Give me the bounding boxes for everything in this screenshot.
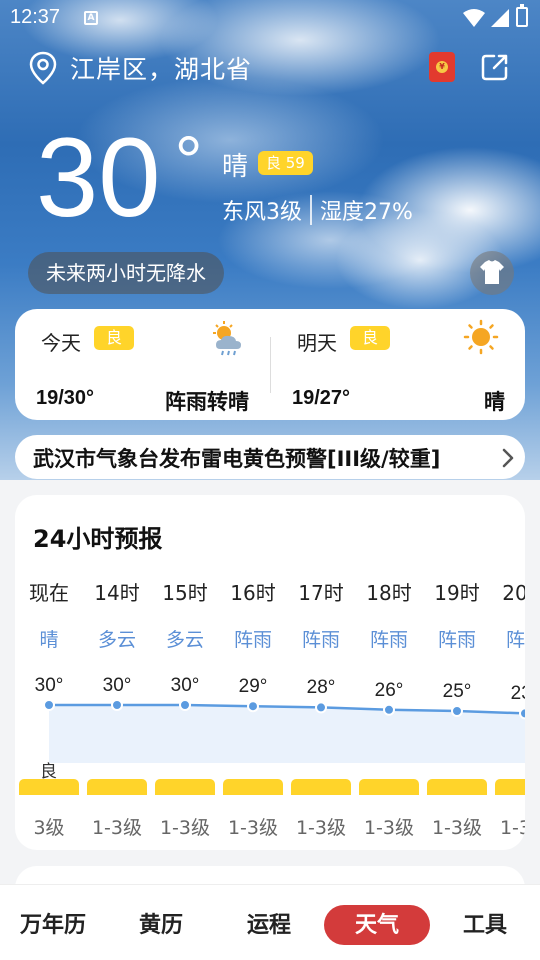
hour-condition: 多云 [165, 629, 204, 651]
hour-condition: 晴 [39, 629, 59, 651]
location-name: 江岸区，湖北省 [70, 55, 253, 84]
battery-icon [516, 4, 528, 27]
hour-condition: 阵雨 [301, 629, 340, 651]
weather-alert-banner[interactable]: 武汉市气象台发布雷电黄色预警[III级/较重] [15, 435, 525, 479]
temp-point [111, 699, 123, 711]
hour-condition: 多云 [97, 629, 136, 651]
hour-condition: 阵雨 [369, 629, 408, 651]
nav-item-huangli[interactable]: 黄历 [108, 905, 214, 945]
hour-wind: 1-3级 [363, 817, 415, 839]
current-condition: 晴 [222, 152, 249, 182]
hour-temp: 28° [306, 677, 336, 699]
hour-label: 20时 [502, 581, 525, 605]
day-condition: 阵雨转晴 [165, 390, 249, 414]
hour-wind: 1-3级 [295, 817, 347, 839]
aqi-bar [495, 779, 525, 795]
wind-humidity: 东风3级 湿度27% [222, 194, 413, 226]
tomorrow-column[interactable]: 明天 良 19/27° 晴 [270, 309, 525, 420]
hour-label: 18时 [366, 581, 412, 605]
hour-label: 15时 [162, 581, 208, 605]
hourly-forecast-card[interactable]: 24小时预报 良 现在晴 3级 14时 多云 1-3级 15时 多云 1-3级 16时 阵雨 1-3… [15, 495, 525, 850]
status-bar: 12:37 A [0, 0, 540, 36]
shirt-icon [480, 260, 504, 284]
current-temperature: 30 ° [36, 122, 203, 234]
status-time: 12:37 [10, 6, 61, 28]
hour-label: 14时 [94, 581, 140, 605]
hour-label: 17时 [298, 581, 344, 605]
day-temp-range: 19/27° [292, 387, 351, 409]
hour-condition: 阵雨 [437, 629, 476, 651]
aqi-badge: 良 [350, 326, 391, 350]
today-tomorrow-card[interactable]: 今天 良 19/30° 阵雨转晴 明天 良 19/27° 晴 [15, 309, 525, 420]
hour-wind: 3级 [33, 817, 65, 839]
wind-text: 东风3级 [222, 200, 302, 225]
hour-label: 现在 [29, 581, 69, 605]
hour-wind: 1-3级 [91, 817, 143, 839]
aqi-badge: 良 [94, 326, 135, 350]
hour-condition: 阵雨 [505, 629, 525, 651]
location-selector[interactable]: 江岸区，湖北省 [28, 48, 252, 88]
today-column[interactable]: 今天 良 19/30° 阵雨转晴 [15, 309, 270, 420]
day-label: 明天 [297, 331, 337, 355]
aqi-bar [87, 779, 147, 795]
hour-temp: 26° [374, 679, 404, 701]
wind-divider [310, 195, 312, 225]
temperature-line-chart [43, 699, 525, 763]
aqi-bar [19, 779, 79, 795]
nav-item-yuncheng[interactable]: 运程 [216, 905, 322, 945]
hour-wind: 1-3级 [227, 817, 279, 839]
temp-point [519, 707, 525, 720]
chevron-right-icon [502, 448, 514, 468]
aqi-bar [427, 779, 487, 795]
temp-point [247, 700, 259, 713]
hour-wind: 1-3级 [499, 817, 525, 839]
temp-point [315, 701, 327, 714]
hour-temp: 25° [442, 681, 472, 702]
hour-temp: 30° [102, 675, 132, 696]
alert-text: 武汉市气象台发布雷电黄色预警[III级/较重] [33, 447, 441, 471]
temp-point [451, 705, 463, 717]
forecast-title: 24小时预报 [33, 525, 163, 553]
hour-temp: 30° [34, 675, 64, 696]
bottom-nav: 万年历 黄历 运程 天气 工具 [0, 884, 540, 960]
hour-wind: 1-3级 [431, 817, 483, 839]
temp-point [179, 699, 191, 711]
temp-point [43, 699, 55, 711]
day-temp-range: 19/30° [36, 387, 95, 409]
share-icon[interactable] [480, 52, 510, 82]
nav-item-wannianli[interactable]: 万年历 [0, 905, 106, 945]
hour-label: 16时 [230, 581, 276, 605]
aqi-bar [223, 779, 283, 795]
red-packet-icon[interactable]: ¥ [429, 52, 455, 82]
temperature-value: 30 [36, 115, 161, 240]
hour-label: 19时 [434, 581, 480, 605]
location-pin-icon [29, 51, 57, 85]
temp-point [383, 703, 395, 716]
day-condition: 晴 [484, 390, 505, 414]
day-label: 今天 [41, 331, 81, 355]
clothing-advice-button[interactable] [470, 251, 514, 295]
humidity-text: 湿度27% [320, 200, 413, 225]
aqi-bar [155, 779, 215, 795]
nav-item-weather[interactable]: 天气 [324, 905, 430, 945]
nav-item-tools[interactable]: 工具 [432, 905, 538, 945]
degree-symbol: ° [174, 122, 203, 200]
a-icon: A [84, 11, 98, 25]
aqi-badge[interactable]: 良 59 [258, 151, 313, 175]
sun-cloud-rain-icon [213, 321, 241, 356]
hour-condition: 阵雨 [233, 629, 272, 651]
wifi-icon [463, 9, 485, 27]
hour-temp: 29° [238, 676, 268, 698]
aqi-bar [291, 779, 351, 795]
signal-icon [491, 9, 509, 27]
sun-icon [463, 319, 499, 355]
hour-wind: 1-3级 [159, 817, 211, 839]
rain-notice-pill[interactable]: 未来两小时无降水 [28, 252, 224, 294]
hour-temp: 30° [170, 675, 200, 696]
aqi-bar [359, 779, 419, 795]
hour-temp: 23° [510, 683, 525, 705]
